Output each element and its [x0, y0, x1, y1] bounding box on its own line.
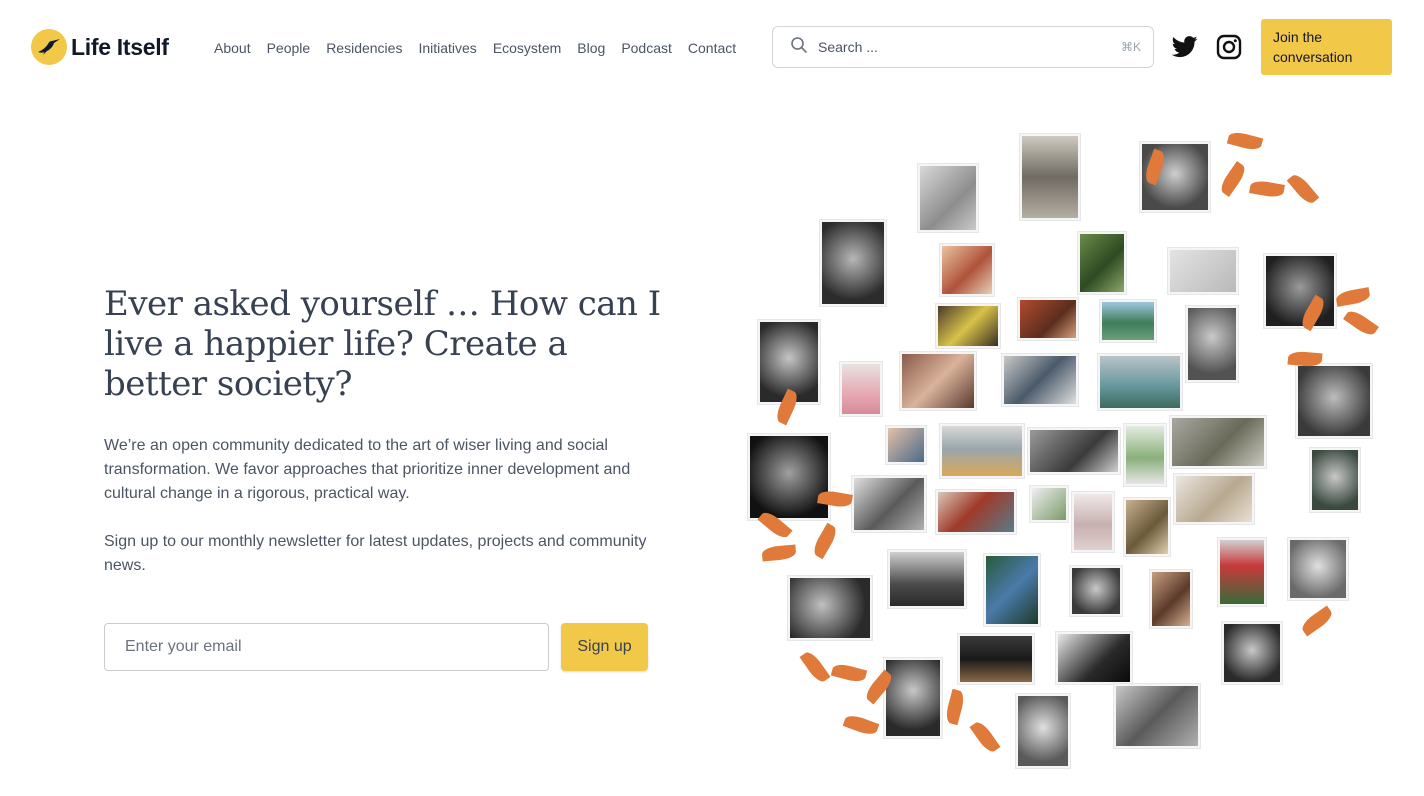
- collage-photo: [918, 164, 978, 232]
- collage-photo: [1056, 632, 1132, 684]
- nav-residencies[interactable]: Residencies: [326, 40, 402, 56]
- collage-photo: [1186, 306, 1238, 382]
- swallow-logo-icon: [31, 29, 67, 65]
- signup-button[interactable]: Sign up: [561, 623, 648, 671]
- nav-initiatives[interactable]: Initiatives: [418, 40, 476, 56]
- brand-name: Life Itself: [71, 33, 169, 60]
- collage-photo: [1150, 570, 1192, 628]
- search-box[interactable]: Search ... ⌘K: [772, 26, 1154, 68]
- leaf-decoration: [842, 712, 880, 738]
- collage-photo: [936, 490, 1016, 534]
- leaf-decoration: [761, 544, 797, 562]
- leaf-decoration: [799, 649, 831, 685]
- collage-photo: [1078, 232, 1126, 294]
- collage-photo: [788, 576, 872, 640]
- collage-photo: [1016, 694, 1070, 768]
- collage-photo: [820, 220, 886, 306]
- photo-collage: [740, 120, 1400, 780]
- nav-about[interactable]: About: [214, 40, 251, 56]
- collage-photo: [1124, 498, 1170, 556]
- main-nav: About People Residencies Initiatives Eco…: [214, 40, 752, 56]
- leaf-decoration: [830, 661, 868, 685]
- collage-photo: [1030, 486, 1068, 522]
- collage-photo: [1002, 354, 1078, 406]
- collage-photo: [1072, 492, 1114, 552]
- leaf-decoration: [1286, 171, 1320, 207]
- collage-photo: [940, 424, 1024, 478]
- search-placeholder: Search ...: [818, 39, 878, 55]
- collage-photo: [1264, 254, 1336, 328]
- nav-blog[interactable]: Blog: [577, 40, 605, 56]
- leaf-decoration: [969, 719, 1001, 755]
- nav-ecosystem[interactable]: Ecosystem: [493, 40, 561, 56]
- leaf-decoration: [1249, 179, 1285, 199]
- leaf-decoration: [810, 522, 840, 560]
- collage-photo: [1098, 354, 1182, 410]
- collage-photo: [1222, 622, 1282, 684]
- collage-photo: [1100, 300, 1156, 342]
- collage-photo: [840, 362, 882, 416]
- email-field[interactable]: [104, 623, 549, 671]
- nav-people[interactable]: People: [267, 40, 311, 56]
- leaf-decoration: [1299, 605, 1335, 637]
- leaf-decoration: [1226, 129, 1264, 153]
- collage-photo: [936, 304, 1000, 348]
- collage-photo: [984, 554, 1040, 626]
- collage-photo: [852, 476, 926, 532]
- search-icon: [790, 36, 808, 59]
- instagram-icon[interactable]: [1216, 34, 1242, 60]
- collage-photo: [900, 352, 976, 410]
- collage-photo: [1174, 474, 1254, 524]
- collage-photo: [1070, 566, 1122, 616]
- collage-photo: [1020, 134, 1080, 220]
- collage-photo: [748, 434, 830, 520]
- hero-headline: Ever asked yourself … How can I live a h…: [104, 284, 661, 404]
- collage-photo: [1218, 538, 1266, 606]
- collage-photo: [886, 426, 926, 464]
- collage-photo: [1310, 448, 1360, 512]
- collage-photo: [940, 244, 994, 296]
- search-shortcut: ⌘K: [1120, 40, 1141, 54]
- join-conversation-button[interactable]: Join the conversation: [1261, 19, 1392, 75]
- leaf-decoration: [1343, 307, 1379, 339]
- nav-podcast[interactable]: Podcast: [621, 40, 672, 56]
- collage-photo: [1288, 538, 1348, 600]
- collage-photo: [1028, 428, 1120, 474]
- site-header: Life Itself About People Residencies Ini…: [0, 0, 1424, 96]
- newsletter-description: Sign up to our monthly newsletter for la…: [104, 533, 647, 574]
- collage-photo: [958, 634, 1034, 684]
- leaf-decoration: [1335, 287, 1371, 307]
- collage-photo: [1170, 416, 1266, 468]
- leaf-decoration: [943, 688, 967, 726]
- nav-contact[interactable]: Contact: [688, 40, 736, 56]
- collage-photo: [1168, 248, 1238, 294]
- collage-photo: [888, 550, 966, 608]
- collage-photo: [1114, 684, 1200, 748]
- hero-section: Ever asked yourself … How can I live a h…: [104, 284, 664, 578]
- logo-link[interactable]: Life Itself: [31, 29, 169, 65]
- collage-photo: [1018, 298, 1078, 340]
- twitter-icon[interactable]: [1171, 35, 1198, 59]
- collage-photo: [884, 658, 942, 738]
- leaf-decoration: [1217, 161, 1249, 197]
- collage-photo: [1124, 424, 1166, 486]
- collage-photo: [1296, 364, 1372, 438]
- hero-description: We’re an open community dedicated to the…: [104, 437, 631, 502]
